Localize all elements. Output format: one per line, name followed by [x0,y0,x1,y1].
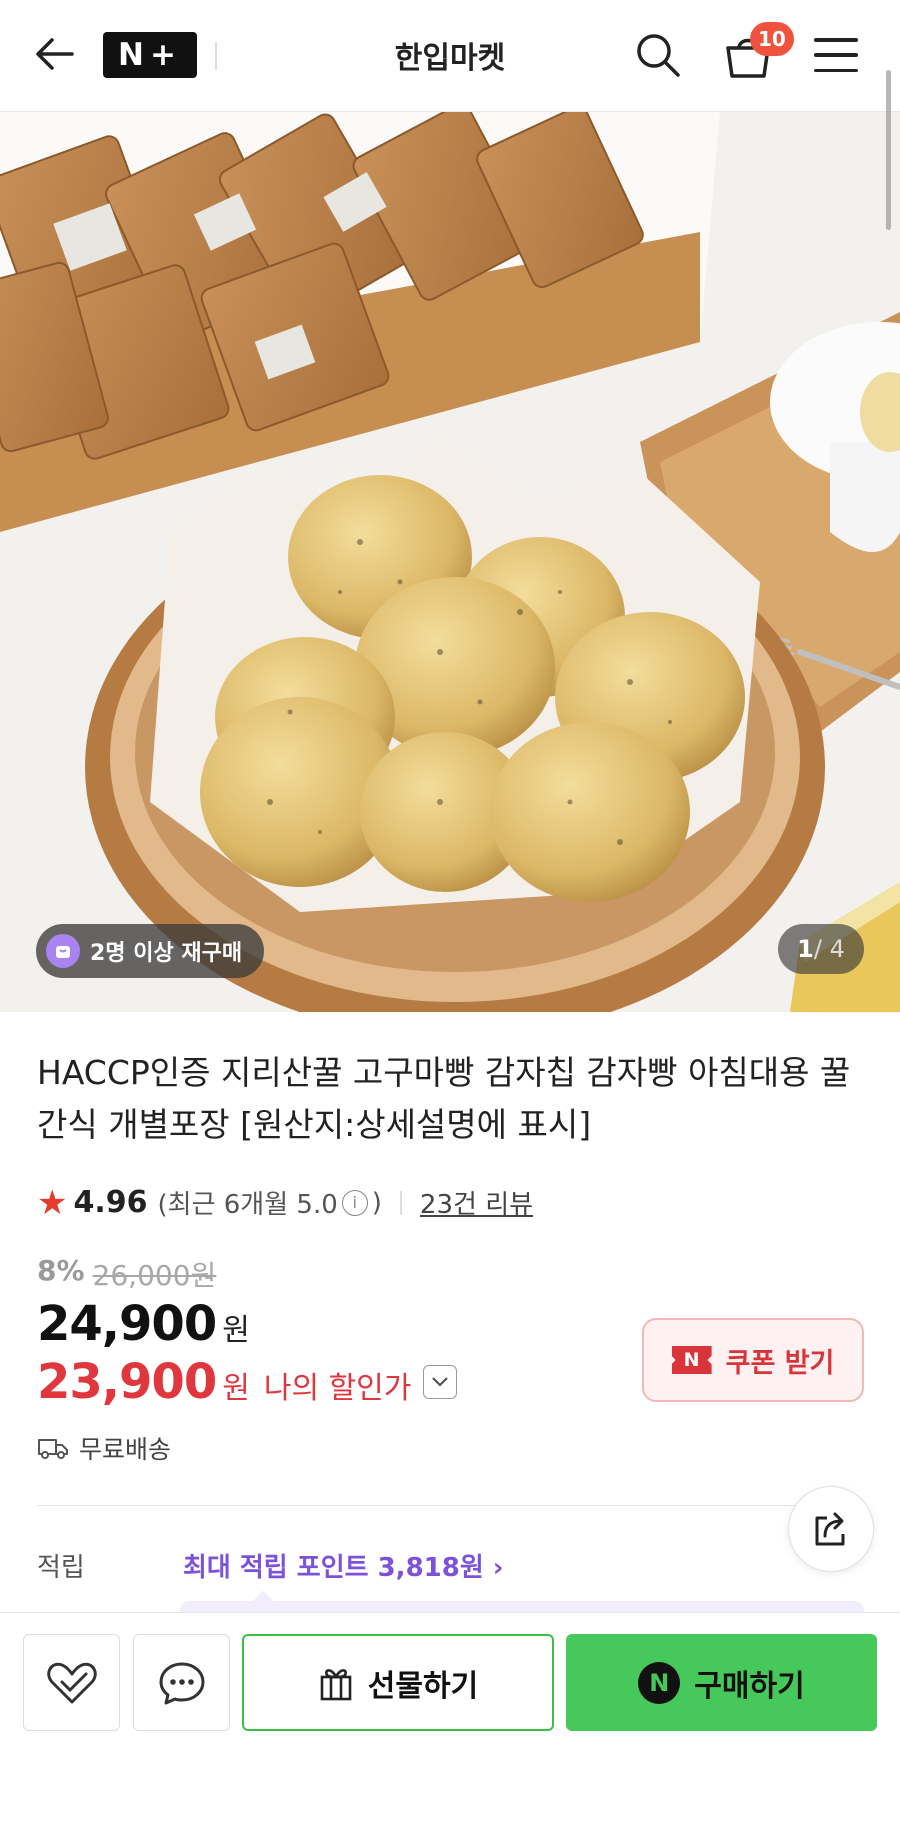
heart-icon [46,1662,97,1703]
total-images: / 4 [813,935,845,963]
product-photo-illustration [0,112,900,1012]
menu-button[interactable] [812,32,860,78]
naver-plus-logo[interactable]: N+ [103,32,197,78]
gift-button[interactable]: 선물하기 [242,1634,554,1731]
coupon-button[interactable]: N 쿠폰 받기 [642,1318,864,1402]
recent-rating-close: ) [371,1187,382,1218]
gift-icon [320,1668,352,1700]
product-title: HACCP인증 지리산꿀 고구마빵 감자칩 감자빵 아침대용 꿀 간식 개별포장… [37,1053,851,1144]
shipping-row: 무료배송 [37,1430,171,1466]
discount-row: 8% 26,000원 [37,1254,216,1294]
top-header: N+ 한입마켓 10 [0,0,900,112]
gift-label: 선물하기 [367,1668,479,1704]
cart-count-badge: 10 [750,22,794,56]
hamburger-menu-icon [814,38,858,42]
search-button[interactable] [633,30,683,80]
info-icon[interactable]: i [341,1189,368,1216]
rating-row: ★ 4.96 (최근 6개월 5.0 i ) 23건 리뷰 [37,1184,533,1221]
current-image-index: 1 [797,935,814,963]
price-row: 24,900 원 [37,1296,250,1352]
shipping-text: 무료배송 [79,1435,172,1464]
section-divider [37,1505,827,1506]
product-image[interactable] [0,112,900,1012]
talktalk-button[interactable] [133,1634,230,1731]
buy-label: 구매하기 [694,1668,805,1704]
truck-icon [38,1439,68,1459]
hamburger-line [814,53,858,57]
coupon-label: 쿠폰 받기 [725,1347,835,1379]
max-points-link[interactable]: 최대 적립 포인트 3,818원 › [183,1547,504,1584]
points-label: 적립 [37,1553,85,1583]
recent-rating-text: (최근 6개월 5.0 [157,1190,338,1220]
discount-rate: 8% [37,1254,85,1287]
image-counter: 1 / 4 [778,924,864,974]
wishlist-button[interactable] [23,1634,120,1731]
naver-pay-icon: N [638,1661,681,1704]
header-divider [215,42,217,70]
repurchase-bag-icon [46,934,80,968]
star-icon: ★ [37,1182,68,1223]
my-price-label: 나의 할인가 [263,1371,412,1406]
review-count-link[interactable]: 23건 리뷰 [420,1184,533,1221]
repurchase-text: 2명 이상 재구매 [90,941,243,966]
share-button[interactable] [788,1486,874,1572]
back-arrow-icon [36,38,74,70]
scroll-indicator [886,70,891,230]
sale-price: 24,900 [37,1296,217,1352]
hamburger-line [814,68,858,72]
price-unit: 원 [222,1313,250,1348]
my-discount-price-row: 23,900 원 나의 할인가 [37,1354,458,1410]
buy-button[interactable]: N 구매하기 [566,1634,877,1731]
points-row: 적립 최대 적립 포인트 3,818원 › [37,1547,504,1584]
my-discount-price: 23,900 [37,1354,217,1410]
chat-icon [159,1662,204,1704]
share-icon [815,1512,845,1546]
coupon-icon: N [671,1346,712,1374]
repurchase-badge: 2명 이상 재구매 [36,924,265,978]
back-button[interactable] [30,30,78,78]
my-price-unit: 원 [222,1371,250,1406]
search-icon [637,34,680,77]
rating-separator [399,1190,402,1215]
rating-score: 4.96 [73,1185,148,1220]
chevron-down-icon[interactable] [423,1365,458,1399]
original-price: 26,000원 [92,1259,217,1292]
